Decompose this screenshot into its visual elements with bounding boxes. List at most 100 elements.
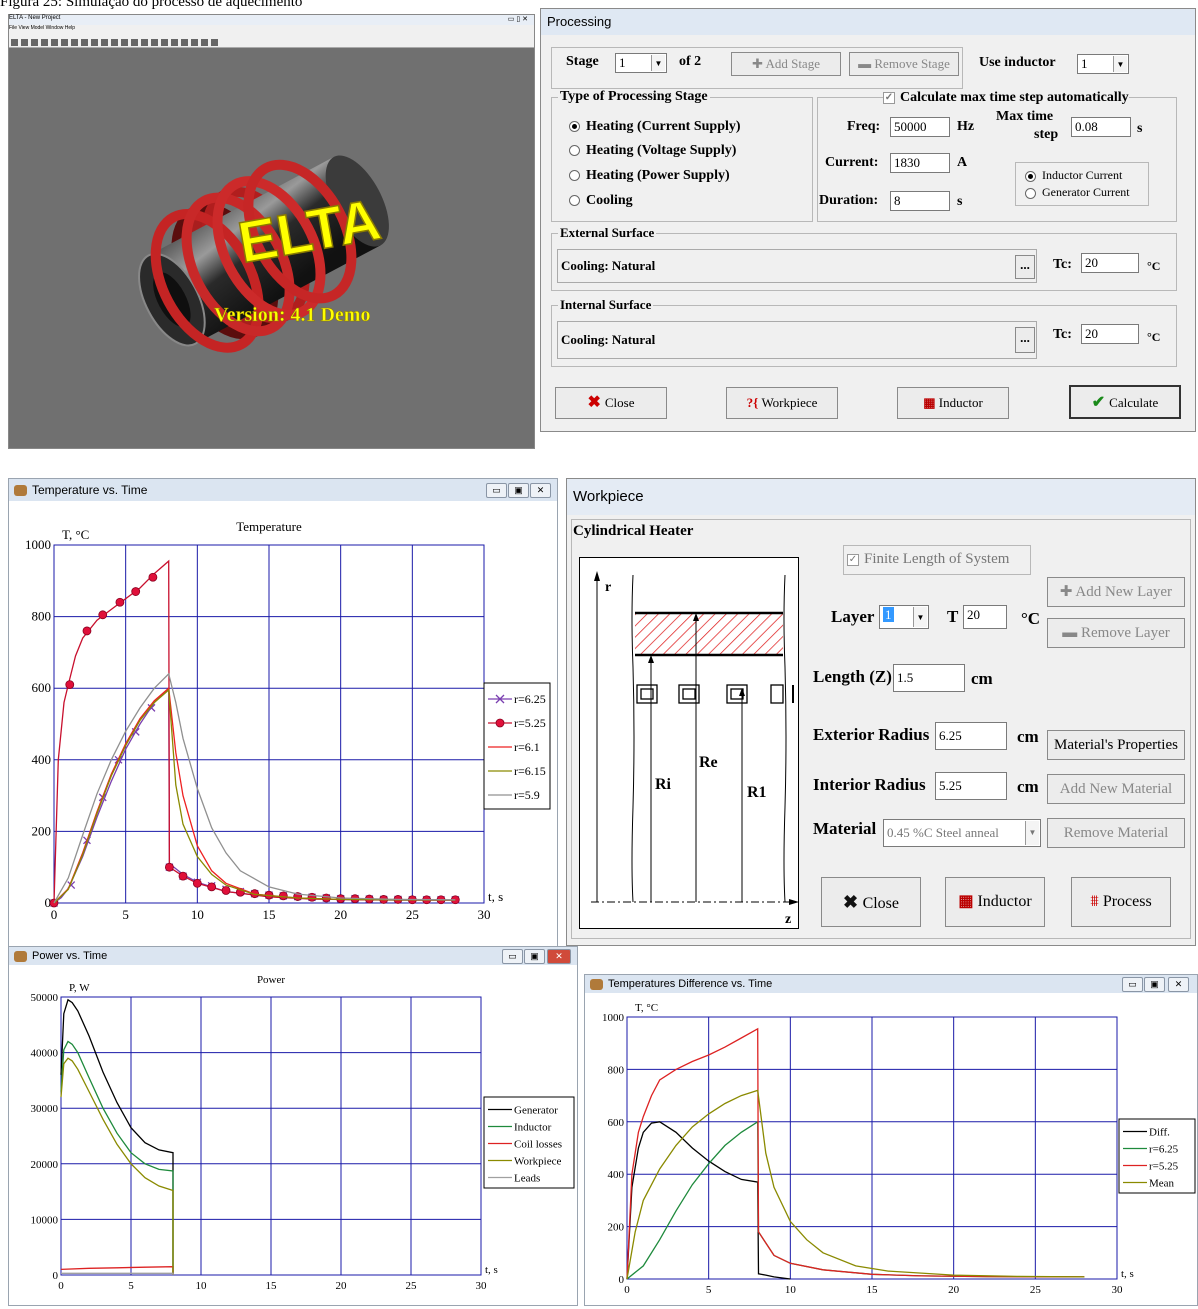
x-tick-label: 20 [948,1284,960,1296]
checkmark-icon: ✓ [883,91,895,104]
freq-label: Freq: [847,119,881,134]
maximize-button[interactable]: ▣ [524,949,545,964]
chevron-down-icon[interactable]: ▼ [1025,821,1039,845]
x-tick-label: 0 [624,1284,630,1296]
main-menu-bar[interactable]: File View Model Window Help [9,25,534,33]
x-tick-label: 30 [1112,1284,1124,1296]
material-select[interactable]: 0.45 %C Steel anneal ▼ [883,819,1041,847]
remove-layer-button[interactable]: ▬ Remove Layer [1047,618,1185,648]
app-icon [14,485,27,497]
minimize-button[interactable]: ▭ [486,483,507,498]
add-layer-button[interactable]: ✚ Add New Layer [1047,577,1185,607]
internal-surface-label: Internal Surface [558,297,654,313]
maximize-button[interactable]: ▣ [508,483,529,498]
process-icon: ⩩ [1090,893,1103,910]
legend-label: Leads [514,1173,540,1185]
current-input[interactable]: 1830 [890,153,950,173]
radio-cooling[interactable]: Cooling [569,193,633,209]
radio-label: Heating (Voltage Supply) [586,143,737,158]
processing-workpiece-button[interactable]: ?{ Workpiece [726,387,838,419]
type-group-label: Type of Processing Stage [558,89,710,105]
radio-heating-voltage[interactable]: Heating (Voltage Supply) [569,143,736,159]
y-axis-label: P, W [69,982,90,994]
finite-length-checkbox[interactable]: ✓ Finite Length of System [847,551,1009,568]
length-input[interactable]: 1.5 [893,664,965,692]
tc-int-input[interactable]: 20 [1081,324,1139,344]
remove-stage-button[interactable]: ▬ Remove Stage [849,52,959,76]
x-tick-label: 25 [406,1280,418,1292]
close-icon: ✖ [587,394,605,411]
processing-calculate-button[interactable]: ✔ Calculate [1069,385,1181,419]
internal-browse-button[interactable]: ... [1015,327,1035,353]
exterior-radius-unit: cm [1017,727,1039,746]
use-inductor-value: 1 [1081,56,1088,71]
radio-generator-current[interactable]: Generator Current [1025,185,1130,200]
layer-select[interactable]: 1 ▼ [879,605,929,629]
chart-title: Power [257,974,285,986]
x-tick-label: 20 [336,1280,348,1292]
processing-inductor-button[interactable]: ▦ Inductor [897,387,1009,419]
y-axis-label: T, °C [62,527,89,542]
power-chart: 0 5 10 15 20 25 30 0 10000 20000 30000 40000 50000 t,… [31,974,575,1292]
workpiece-process-button[interactable]: ⩩ Process [1071,877,1171,927]
remove-material-button[interactable]: Remove Material [1047,818,1185,848]
window-controls[interactable]: ▭ ▯ ✕ [508,15,528,23]
workpiece-label: Workpiece [761,395,818,410]
legend-label: Workpiece [514,1156,561,1168]
add-stage-button[interactable]: ✚ Add Stage [731,52,841,76]
radio-label: Generator Current [1042,185,1130,199]
stage-label: Stage [566,54,599,69]
calc-max-checkbox[interactable]: ✓ Calculate max time step automatically [883,90,1129,106]
legend-label: r=5.25 [514,716,546,730]
x-tick-label: 30 [478,907,491,922]
radio-heating-power[interactable]: Heating (Power Supply) [569,168,730,184]
radio-heating-current[interactable]: Heating (Current Supply) [569,119,741,135]
stage-select[interactable]: 1 ▼ [615,53,667,73]
plus-icon: ✚ [752,56,766,71]
x-tick-label: 5 [122,907,128,922]
external-browse-button[interactable]: ... [1015,255,1035,279]
material-properties-button[interactable]: Material's Properties [1047,730,1185,760]
chevron-down-icon[interactable]: ▼ [1113,56,1127,72]
freq-input[interactable]: 50000 [890,117,950,137]
minimize-button[interactable]: ▭ [502,949,523,964]
elta-main-window: ELTA - New Project ▭ ▯ ✕ File View Model… [8,14,535,449]
x-tick-label: 20 [334,907,347,922]
minimize-button[interactable]: ▭ [1122,977,1143,992]
interior-radius-input[interactable]: 5.25 [935,772,1007,800]
close-button[interactable]: ✕ [1168,977,1189,992]
data-point-circle [115,597,125,607]
main-toolbar[interactable] [9,33,534,48]
exterior-radius-input[interactable]: 6.25 [935,722,1007,750]
duration-input[interactable]: 8 [890,191,950,211]
external-cooling-field: Cooling: Natural [557,249,1037,283]
close-button[interactable]: ✕ [547,949,571,964]
length-unit: cm [971,669,993,688]
legend-label: r=6.25 [514,692,546,706]
layer-value: 1 [883,607,894,622]
add-material-button[interactable]: Add New Material [1047,774,1185,804]
chevron-down-icon[interactable]: ▼ [913,607,927,627]
power-window-title: Power vs. Time [32,950,108,962]
use-inductor-select[interactable]: 1 ▼ [1077,54,1129,74]
workpiece-close-button[interactable]: ✖ Close [821,877,921,927]
radio-label: Inductor Current [1042,168,1123,182]
y-tick-label: 800 [608,1064,625,1076]
app-icon [14,950,27,962]
workpiece-inductor-button[interactable]: ▦ Inductor [945,877,1045,927]
radio-selected-icon [569,121,580,133]
y-tick-label: 200 [32,823,52,838]
t-input[interactable]: 20 [963,605,1007,629]
processing-close-button[interactable]: ✖ Close [555,387,667,419]
3d-viewport[interactable]: ELTA Version: 4.1 Demo [9,48,534,448]
tc-ext-input[interactable]: 20 [1081,253,1139,273]
y-tick-label: 0 [619,1274,625,1286]
radio-inductor-current[interactable]: Inductor Current [1025,168,1122,183]
exterior-radius-label: Exterior Radius [813,725,930,744]
chevron-down-icon[interactable]: ▼ [651,55,665,71]
stage-select-value: 1 [619,55,626,70]
close-button[interactable]: ✕ [530,483,551,498]
legend-label: Mean [1149,1178,1175,1190]
max-time-input[interactable]: 0.08 [1071,117,1131,137]
maximize-button[interactable]: ▣ [1144,977,1165,992]
